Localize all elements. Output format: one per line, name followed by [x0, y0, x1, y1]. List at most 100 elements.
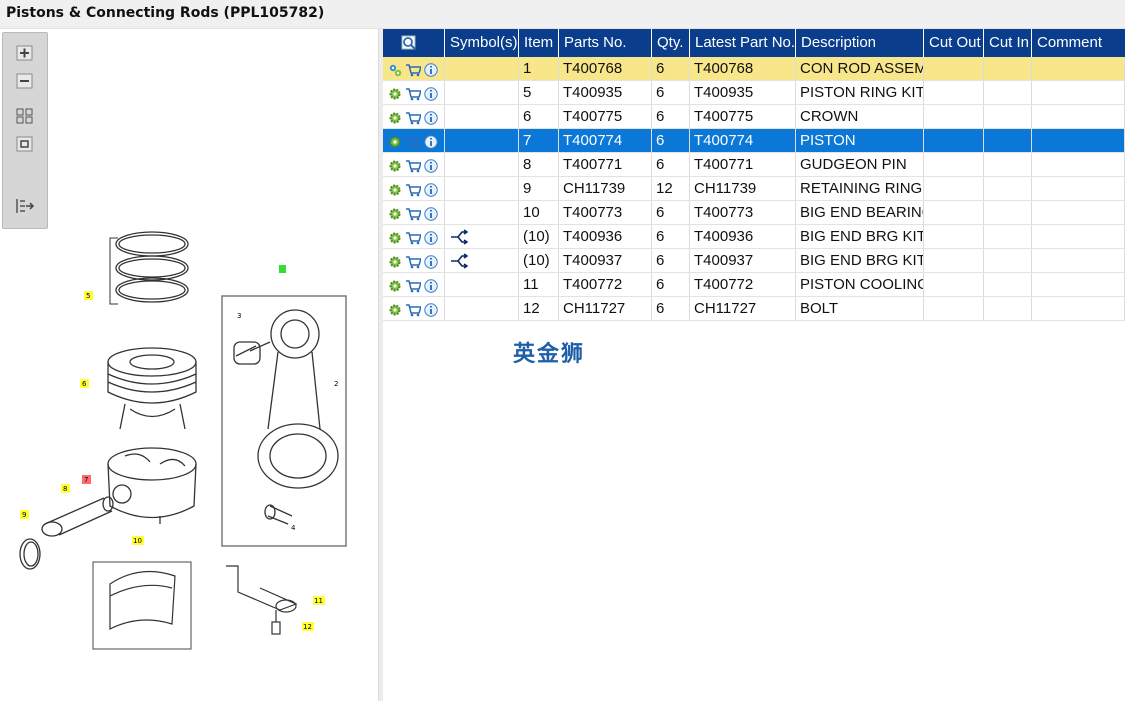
row-action-icons: [388, 229, 440, 245]
table-row[interactable]: 6 T400775 6 T400775 CROWN: [383, 105, 1125, 129]
table-row[interactable]: 5 T400935 6 T400935 PISTON RING KIT: [383, 81, 1125, 105]
column-header-actions[interactable]: [383, 29, 445, 57]
watermark-text: 英金狮: [513, 342, 586, 367]
cell-item: 10: [519, 201, 559, 224]
callout-4[interactable]: 4: [291, 524, 296, 532]
cart-icon[interactable]: [405, 111, 423, 125]
piston-drawing: [107, 447, 197, 524]
column-header-cut-in[interactable]: Cut In: [984, 29, 1032, 57]
cart-icon[interactable]: [405, 183, 423, 197]
cart-icon[interactable]: [405, 303, 423, 317]
callout-9[interactable]: 9: [20, 510, 29, 519]
gear-icon[interactable]: [388, 255, 402, 269]
cell-part: T400772: [559, 273, 652, 296]
gear-icon[interactable]: [388, 303, 402, 317]
info-icon[interactable]: [424, 63, 438, 77]
piston-rings-drawing: [109, 231, 189, 305]
gear-icon[interactable]: [388, 159, 402, 173]
table-row[interactable]: 9 CH11739 12 CH11739 RETAINING RING: [383, 177, 1125, 201]
callout-11[interactable]: 11: [313, 596, 325, 605]
callout-7[interactable]: 7: [82, 475, 91, 484]
info-icon[interactable]: [424, 303, 438, 317]
column-header-parts-no[interactable]: Parts No.: [559, 29, 652, 57]
callout-5[interactable]: 5: [84, 291, 93, 300]
table-row[interactable]: (10) T400937 6 T400937 BIG END BRG KIT -: [383, 249, 1125, 273]
alternative-icon[interactable]: [450, 253, 468, 269]
callout-12[interactable]: 12: [302, 622, 314, 631]
info-icon[interactable]: [424, 231, 438, 245]
cell-symbol: [445, 201, 519, 224]
gear-icon[interactable]: [388, 183, 402, 197]
cart-icon[interactable]: [405, 135, 423, 149]
info-icon[interactable]: [424, 87, 438, 101]
svg-text:2: 2: [334, 380, 338, 388]
cart-icon[interactable]: [405, 63, 423, 77]
cart-icon[interactable]: [405, 207, 423, 221]
cell-part: T400775: [559, 105, 652, 128]
table-row[interactable]: 10 T400773 6 T400773 BIG END BEARING: [383, 201, 1125, 225]
table-row[interactable]: 12 CH11727 6 CH11727 BOLT: [383, 297, 1125, 321]
cell-comment: [1032, 177, 1125, 200]
info-icon[interactable]: [424, 111, 438, 125]
callout-8[interactable]: 8: [61, 484, 70, 493]
cell-item: 1: [519, 57, 559, 80]
cell-latest: T400936: [690, 225, 796, 248]
svg-text:4: 4: [291, 524, 296, 532]
column-header-comment[interactable]: Comment: [1032, 29, 1125, 57]
column-header-description[interactable]: Description: [796, 29, 924, 57]
info-icon[interactable]: [424, 159, 438, 173]
gear-icon[interactable]: [388, 279, 402, 293]
gears-icon[interactable]: [388, 63, 402, 77]
cart-icon[interactable]: [405, 159, 423, 173]
table-row[interactable]: 8 T400771 6 T400771 GUDGEON PIN: [383, 153, 1125, 177]
cell-actions: [383, 297, 445, 320]
cell-latest: T400772: [690, 273, 796, 296]
column-header-symbols[interactable]: Symbol(s): [445, 29, 519, 57]
cell-qty: 6: [652, 225, 690, 248]
cell-desc: PISTON COOLING JET: [796, 273, 924, 296]
callout-6[interactable]: 6: [80, 379, 89, 388]
alternative-icon[interactable]: [450, 229, 468, 245]
zoom-in-button[interactable]: [14, 43, 36, 63]
gear-icon[interactable]: [388, 207, 402, 221]
callout-3[interactable]: 3: [237, 312, 241, 320]
gear-icon[interactable]: [388, 111, 402, 125]
callout-2[interactable]: 2: [334, 380, 338, 388]
gear-icon[interactable]: [388, 87, 402, 101]
cell-part: T400773: [559, 201, 652, 224]
table-row[interactable]: 7 T400774 6 T400774 PISTON: [383, 129, 1125, 153]
column-header-cut-out[interactable]: Cut Out: [924, 29, 984, 57]
cart-icon[interactable]: [405, 279, 423, 293]
cell-desc: BIG END BRG KIT -: [796, 225, 924, 248]
info-icon[interactable]: [424, 255, 438, 269]
info-icon[interactable]: [424, 183, 438, 197]
cart-icon[interactable]: [405, 231, 423, 245]
cell-cutin: [984, 81, 1032, 104]
info-icon[interactable]: [424, 135, 438, 149]
callout-10[interactable]: 10: [132, 536, 144, 545]
column-header-item[interactable]: Item: [519, 29, 559, 57]
column-header-latest-part-no[interactable]: Latest Part No.: [690, 29, 796, 57]
cell-symbol: [445, 81, 519, 104]
table-row[interactable]: 1T4007686T400768CON ROD ASSEMBLY: [383, 57, 1125, 81]
cart-icon[interactable]: [405, 255, 423, 269]
info-icon[interactable]: [424, 279, 438, 293]
info-icon[interactable]: [424, 207, 438, 221]
cell-latest: CH11727: [690, 297, 796, 320]
cell-qty: 6: [652, 273, 690, 296]
gear-icon[interactable]: [388, 135, 402, 149]
table-row[interactable]: (10) T400936 6 T400936 BIG END BRG KIT -: [383, 225, 1125, 249]
table-row[interactable]: 11T4007726T400772PISTON COOLING JET: [383, 273, 1125, 297]
toggle-panel-button[interactable]: [14, 196, 36, 216]
callout-1[interactable]: 1: [279, 265, 286, 274]
svg-text:3: 3: [237, 312, 241, 320]
column-header-qty[interactable]: Qty.: [652, 29, 690, 57]
cell-qty: 6: [652, 129, 690, 152]
diagram-panel[interactable]: 5 6 7 8 9 10 3 2 4 11 12 1: [0, 29, 378, 701]
zoom-out-button[interactable]: [14, 71, 36, 91]
cart-icon[interactable]: [405, 87, 423, 101]
fit-window-button[interactable]: [14, 134, 36, 154]
gear-icon[interactable]: [388, 231, 402, 245]
search-icon[interactable]: [401, 35, 417, 51]
fit-all-button[interactable]: [14, 106, 36, 126]
